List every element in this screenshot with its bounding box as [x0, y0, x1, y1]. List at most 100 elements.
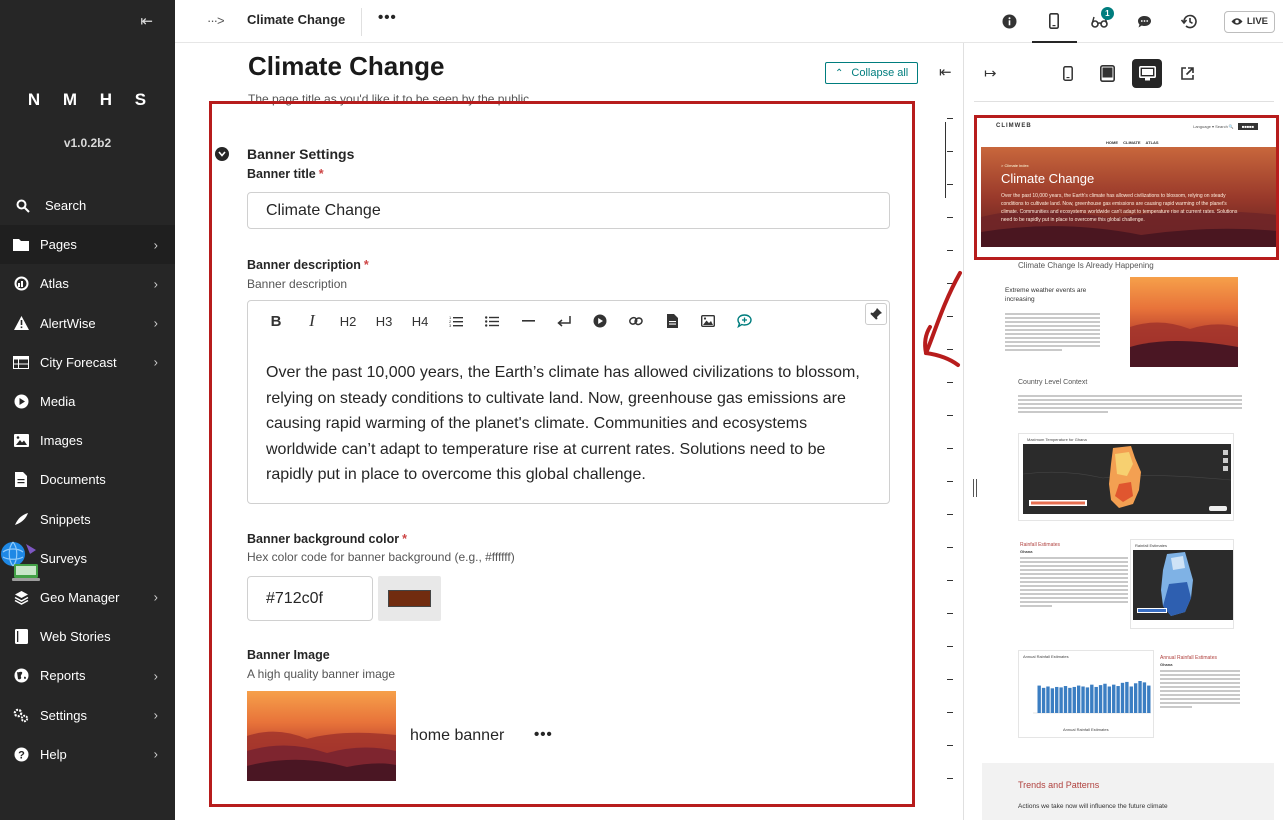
color-picker-button[interactable]: [378, 576, 441, 621]
color-swatch: [388, 590, 431, 607]
comments-button[interactable]: [1122, 0, 1167, 43]
text-line: [1160, 670, 1240, 672]
bullet-list-button[interactable]: [474, 306, 510, 336]
minimap[interactable]: [945, 118, 955, 818]
site-logo: CLIMWEB: [996, 123, 1032, 129]
heading-3-button[interactable]: H3: [366, 306, 402, 336]
pin-toolbar-button[interactable]: [865, 303, 887, 325]
minimap-mark: [947, 613, 953, 614]
history-icon: [1181, 14, 1198, 29]
text-line: [1160, 698, 1240, 700]
preview-desktop-button[interactable]: [1132, 59, 1162, 88]
sidebar-item-documents[interactable]: Documents: [0, 460, 175, 499]
collapse-all-button[interactable]: ⌃ Collapse all: [825, 62, 919, 84]
resize-handle[interactable]: [973, 479, 977, 497]
comment-button[interactable]: [726, 306, 762, 336]
link-button[interactable]: [618, 306, 654, 336]
history-button[interactable]: [1167, 0, 1212, 43]
comment-icon: [1137, 15, 1151, 27]
collapse-side-panel-icon[interactable]: ⇤: [939, 63, 952, 81]
tablet-icon: [1099, 65, 1115, 82]
header-bar: ···> Climate Change ••• 1 LIVE: [175, 0, 1283, 43]
breadcrumb-toggle[interactable]: ···>: [207, 13, 225, 28]
layers-icon: [13, 589, 29, 605]
sidebar-item-city-forecast[interactable]: City Forecast ›: [0, 343, 175, 382]
sidebar-item-alertwise[interactable]: AlertWise ›: [0, 304, 175, 343]
sidebar-item-geo-manager[interactable]: Geo Manager ›: [0, 578, 175, 617]
sidebar-item-settings[interactable]: Settings ›: [0, 695, 175, 734]
text-line: [1005, 325, 1100, 327]
text-line: [1018, 407, 1242, 409]
banner-description: Over the past 10,000 years, the Earth's …: [1001, 193, 1238, 223]
bullet-list-icon: [485, 316, 499, 327]
heading-4-button[interactable]: H4: [402, 306, 438, 336]
breadcrumb-current-page: Climate Change: [247, 12, 346, 27]
comment-add-icon: [736, 314, 752, 328]
banner-image-label: Banner Image: [247, 648, 330, 662]
heading-2-button[interactable]: H2: [330, 306, 366, 336]
sidebar-item-media[interactable]: Media: [0, 382, 175, 421]
help-icon: ?: [13, 746, 29, 762]
italic-button[interactable]: I: [294, 306, 330, 336]
site-nav: CLIMWEB Language ▾ Search 🔍 ■■■■■ HOME CL…: [981, 115, 1278, 147]
horizontal-rule-button[interactable]: [510, 306, 546, 336]
page-actions-button[interactable]: •••: [378, 9, 397, 26]
open-preview-new-tab-button[interactable]: [1172, 59, 1202, 88]
chart-bar: [1063, 686, 1068, 713]
sidebar-item-pages[interactable]: Pages ›: [0, 225, 175, 265]
chart-bar: [1098, 685, 1103, 713]
banner-description-editor[interactable]: B I H2 H3 H4 123 Over the past 10,000 ye…: [247, 300, 890, 504]
preview-mobile-button[interactable]: [1053, 59, 1083, 88]
sidebar-item-label: Geo Manager: [40, 589, 120, 605]
chart-bar: [1138, 681, 1142, 713]
warning-icon: [13, 315, 29, 331]
live-status-button[interactable]: LIVE: [1223, 10, 1275, 33]
play-circle-icon: [593, 314, 607, 328]
document-link-button[interactable]: [654, 306, 690, 336]
sidebar-item-images[interactable]: Images: [0, 421, 175, 460]
banner-title-input[interactable]: [247, 192, 890, 229]
sidebar-item-web-stories[interactable]: Web Stories: [0, 617, 175, 656]
text-line: [1005, 321, 1100, 323]
minimap-mark: [947, 250, 953, 251]
embed-media-button[interactable]: [582, 306, 618, 336]
sidebar-item-atlas[interactable]: Atlas ›: [0, 264, 175, 303]
image-actions-button[interactable]: •••: [534, 726, 553, 743]
banner-settings-section-toggle[interactable]: Banner Settings: [215, 146, 354, 162]
preview-tablet-button[interactable]: [1092, 59, 1122, 88]
sidebar-item-label: City Forecast: [40, 354, 117, 370]
chart-bar: [1050, 688, 1055, 713]
sidebar-item-snippets[interactable]: Snippets: [0, 500, 175, 539]
page-title[interactable]: Climate Change: [248, 51, 445, 82]
info-button[interactable]: [987, 0, 1032, 43]
collapse-sidebar-icon[interactable]: ⇤: [140, 12, 153, 30]
preview-toggle-button[interactable]: [1031, 0, 1077, 43]
text-line: [1020, 585, 1128, 587]
banner-image-thumbnail[interactable]: [247, 691, 396, 781]
banner-description-text[interactable]: Over the past 10,000 years, the Earth’s …: [266, 360, 876, 488]
banner-bg-color-input[interactable]: [247, 576, 373, 621]
close-preview-icon[interactable]: ↦: [984, 64, 997, 82]
line-break-button[interactable]: [546, 306, 582, 336]
return-icon: [557, 315, 571, 327]
horizontal-rule-icon: [521, 320, 535, 322]
sidebar-item-reports[interactable]: Reports ›: [0, 656, 175, 695]
insert-image-button[interactable]: [690, 306, 726, 336]
bold-button[interactable]: B: [258, 306, 294, 336]
section-heading: Banner Settings: [247, 146, 355, 162]
ordered-list-button[interactable]: 123: [438, 306, 474, 336]
site-preview: CLIMWEB Language ▾ Search 🔍 ■■■■■ HOME CL…: [981, 115, 1278, 247]
sidebar-item-help[interactable]: ? Help ›: [0, 735, 175, 774]
trends-title: Trends and Patterns: [1018, 780, 1100, 790]
chart-bar: [1147, 685, 1151, 713]
play-icon: [13, 394, 29, 410]
sidebar-item-search[interactable]: Search: [0, 186, 175, 225]
site-logo[interactable]: N M H S: [0, 90, 175, 110]
accessibility-checks-button[interactable]: 1: [1077, 0, 1122, 43]
site-banner: > Climate index Climate Change Over the …: [981, 147, 1278, 247]
text-line: [1020, 605, 1053, 607]
text-line: [1018, 403, 1242, 405]
required-mark: *: [318, 167, 324, 181]
cogs-icon: [13, 707, 29, 723]
sidebar-item-label: Snippets: [40, 511, 91, 527]
